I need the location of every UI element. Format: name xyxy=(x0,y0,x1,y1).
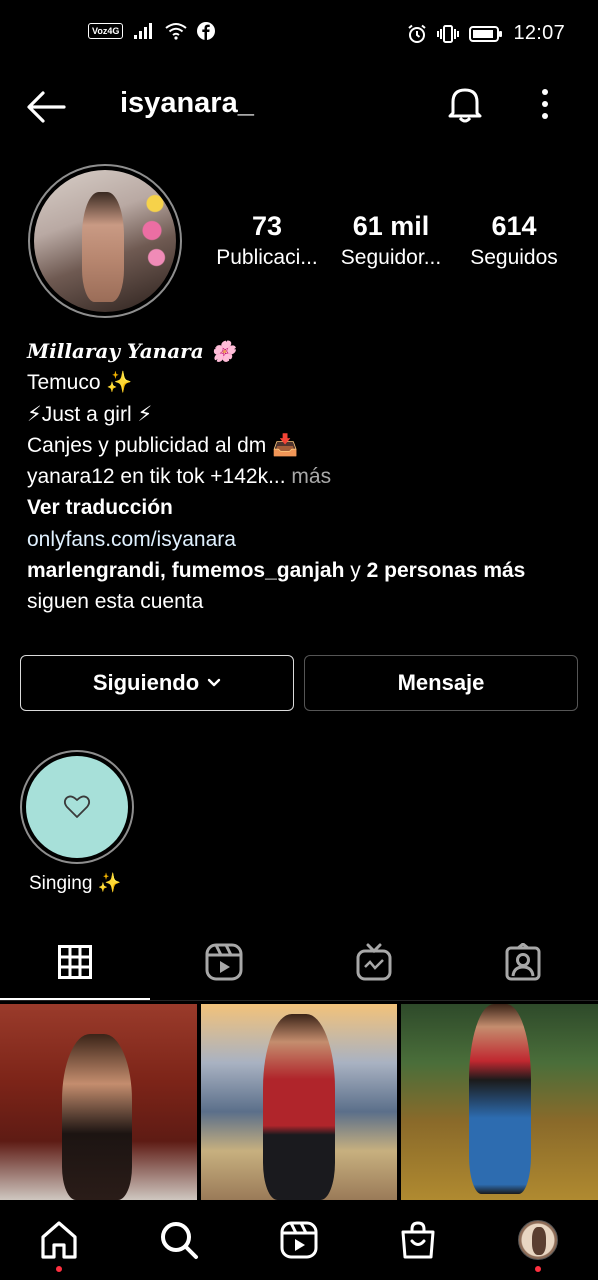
tab-tagged[interactable] xyxy=(503,942,543,982)
post-thumbnail[interactable] xyxy=(200,1004,398,1200)
profile-avatar xyxy=(34,170,176,312)
home-notification-dot xyxy=(56,1266,62,1272)
bio-line-contact: Canjes y publicidad al dm 📥 xyxy=(27,433,299,457)
followed-by-others: 2 personas más xyxy=(366,559,526,583)
avatar-photo-subject xyxy=(82,192,124,302)
grid-icon xyxy=(58,945,92,979)
status-right: 12:07 xyxy=(407,22,565,45)
translate-link[interactable]: Ver traducción xyxy=(27,492,587,523)
highlight-label: Singing ✨ xyxy=(29,873,122,894)
reels-icon xyxy=(205,943,243,981)
vibrate-icon xyxy=(437,24,460,43)
wifi-icon xyxy=(165,23,187,40)
home-icon xyxy=(41,1221,77,1259)
followed-by-sep: , xyxy=(160,559,172,583)
status-bar: Voz4G 12:07 xyxy=(0,0,598,70)
bio-line-location: Temuco ✨ xyxy=(27,371,133,395)
nav-shop[interactable] xyxy=(398,1220,438,1260)
alarm-icon xyxy=(408,24,427,43)
tabs-divider xyxy=(0,1000,598,1001)
back-arrow-icon[interactable] xyxy=(26,90,66,124)
followed-by-user-1: marlengrandi xyxy=(27,559,161,583)
bio-truncated-text: yanara12 en tik tok +142k... xyxy=(27,465,286,489)
posts-count: 73 xyxy=(251,211,283,241)
bio-more-link[interactable]: más xyxy=(286,465,331,488)
more-vertical-icon[interactable] xyxy=(535,88,555,122)
stat-followers[interactable]: 61 mil Seguidor... xyxy=(331,210,451,270)
followers-count: 61 mil xyxy=(352,211,430,241)
followed-by-line[interactable]: marlengrandi, fumemos_ganjah y 2 persona… xyxy=(27,555,587,586)
heart-icon xyxy=(63,795,91,818)
highlight-cover xyxy=(26,756,128,858)
posts-label: Publicaci... xyxy=(216,246,318,269)
nav-reels[interactable] xyxy=(279,1220,319,1260)
chevron-down-icon xyxy=(207,678,221,687)
following-button-label: Siguiendo xyxy=(92,670,200,695)
clock: 12:07 xyxy=(513,22,565,44)
stat-posts[interactable]: 73 Publicaci... xyxy=(207,210,327,270)
bell-icon[interactable] xyxy=(446,84,484,124)
profile-header: isyanara_ xyxy=(0,70,598,142)
followed-by-user-2: fumemos_ganjah xyxy=(171,559,345,583)
following-button[interactable]: Siguiendo xyxy=(20,655,294,711)
signal-icon xyxy=(134,23,153,39)
profile-avatar xyxy=(518,1220,558,1260)
content-tabs xyxy=(0,930,598,1002)
tab-reels[interactable] xyxy=(204,942,244,982)
bio-website-link[interactable]: onlyfans.com/isyanara xyxy=(27,524,587,555)
avatar-photo-flowers xyxy=(140,190,170,280)
nav-home[interactable] xyxy=(39,1220,79,1260)
status-left: Voz4G xyxy=(88,22,216,40)
stat-following[interactable]: 614 Seguidos xyxy=(454,210,574,270)
igtv-icon xyxy=(356,943,392,981)
profile-notification-dot xyxy=(535,1266,541,1272)
tab-igtv[interactable] xyxy=(354,942,394,982)
post-thumbnail[interactable] xyxy=(401,1004,598,1200)
display-name: Millaray Yanara 🌸 xyxy=(27,339,236,363)
bottom-nav xyxy=(0,1200,598,1280)
followed-by-tail: siguen esta cuenta xyxy=(27,590,204,614)
search-icon xyxy=(161,1222,198,1259)
followers-label: Seguidor... xyxy=(340,246,442,269)
following-count: 614 xyxy=(491,211,537,241)
nav-search[interactable] xyxy=(159,1220,199,1260)
tagged-icon xyxy=(505,943,541,981)
nav-profile[interactable] xyxy=(518,1220,558,1260)
profile-avatar-ring[interactable] xyxy=(28,164,182,318)
profile-bio: Millaray Yanara 🌸 Temuco ✨ ⚡Just a girl … xyxy=(27,336,587,618)
header-username: isyanara_ xyxy=(120,87,254,119)
bio-line-tagline: ⚡Just a girl ⚡ xyxy=(27,402,153,426)
message-button-label: Mensaje xyxy=(397,670,485,695)
post-thumbnail[interactable] xyxy=(0,1004,197,1200)
carrier-badge: Voz4G xyxy=(88,23,124,39)
tab-grid[interactable] xyxy=(55,942,95,982)
story-highlight[interactable] xyxy=(20,750,134,864)
followed-by-and: y xyxy=(344,559,367,583)
message-button[interactable]: Mensaje xyxy=(304,655,578,711)
battery-icon xyxy=(469,25,503,42)
following-label: Seguidos xyxy=(470,246,558,269)
posts-grid xyxy=(0,1004,598,1200)
bio-line-truncated: yanara12 en tik tok +142k... más xyxy=(27,461,587,492)
facebook-icon xyxy=(197,22,216,40)
reels-icon xyxy=(280,1221,318,1259)
shop-icon xyxy=(401,1221,435,1259)
